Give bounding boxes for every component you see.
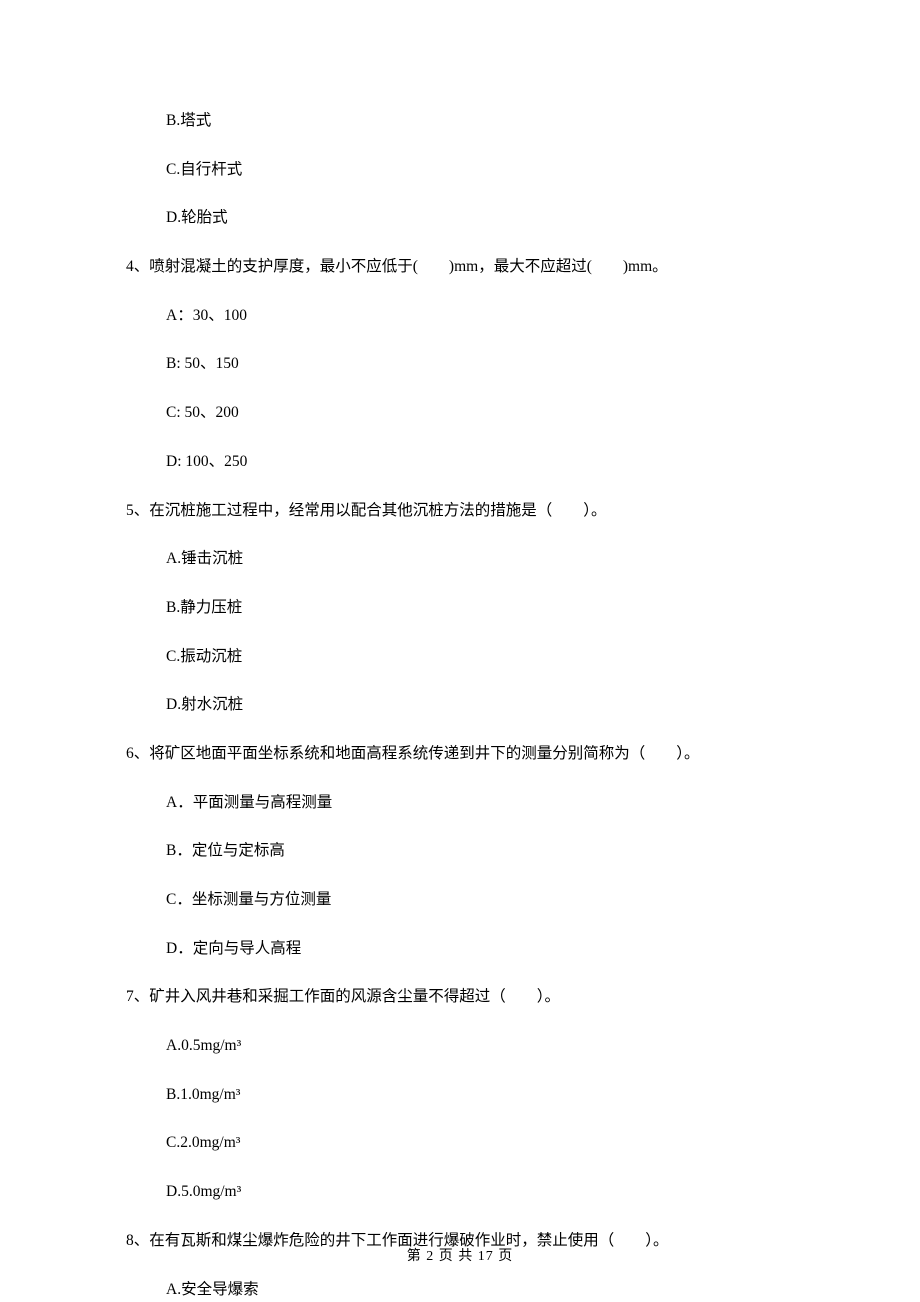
q7-option-d: D.5.0mg/m³ (126, 1181, 794, 1203)
q7-option-c: C.2.0mg/m³ (126, 1132, 794, 1154)
q7-text: 7、矿井入风井巷和采掘工作面的风源含尘量不得超过（ ）。 (126, 986, 794, 1008)
q4-text: 4、喷射混凝土的支护厚度，最小不应低于( )mm，最大不应超过( )mm。 (126, 256, 794, 278)
q6-option-b: B．定位与定标高 (126, 840, 794, 862)
q6-option-a: A．平面测量与高程测量 (126, 792, 794, 814)
q6-text: 6、将矿区地面平面坐标系统和地面高程系统传递到井下的测量分别简称为（ ）。 (126, 743, 794, 765)
q6-option-d: D．定向与导人高程 (126, 938, 794, 960)
q3-option-c: C.自行杆式 (126, 159, 794, 181)
q4-option-c: C: 50、200 (126, 402, 794, 424)
q3-option-b: B.塔式 (126, 110, 794, 132)
q4-option-d: D: 100、250 (126, 451, 794, 473)
q4-option-b: B: 50、150 (126, 353, 794, 375)
q5-option-d: D.射水沉桩 (126, 694, 794, 716)
q7-option-a: A.0.5mg/m³ (126, 1035, 794, 1057)
q7-option-b: B.1.0mg/m³ (126, 1084, 794, 1106)
q5-text: 5、在沉桩施工过程中，经常用以配合其他沉桩方法的措施是（ ）。 (126, 500, 794, 522)
q6-option-c: C．坐标测量与方位测量 (126, 889, 794, 911)
q5-option-a: A.锤击沉桩 (126, 548, 794, 570)
document-content: B.塔式 C.自行杆式 D.轮胎式 4、喷射混凝土的支护厚度，最小不应低于( )… (126, 110, 794, 1300)
q8-option-a: A.安全导爆索 (126, 1279, 794, 1301)
q3-option-d: D.轮胎式 (126, 207, 794, 229)
q5-option-b: B.静力压桩 (126, 597, 794, 619)
page-footer: 第 2 页 共 17 页 (0, 1245, 920, 1265)
q4-option-a: A：30、100 (126, 305, 794, 327)
q5-option-c: C.振动沉桩 (126, 646, 794, 668)
